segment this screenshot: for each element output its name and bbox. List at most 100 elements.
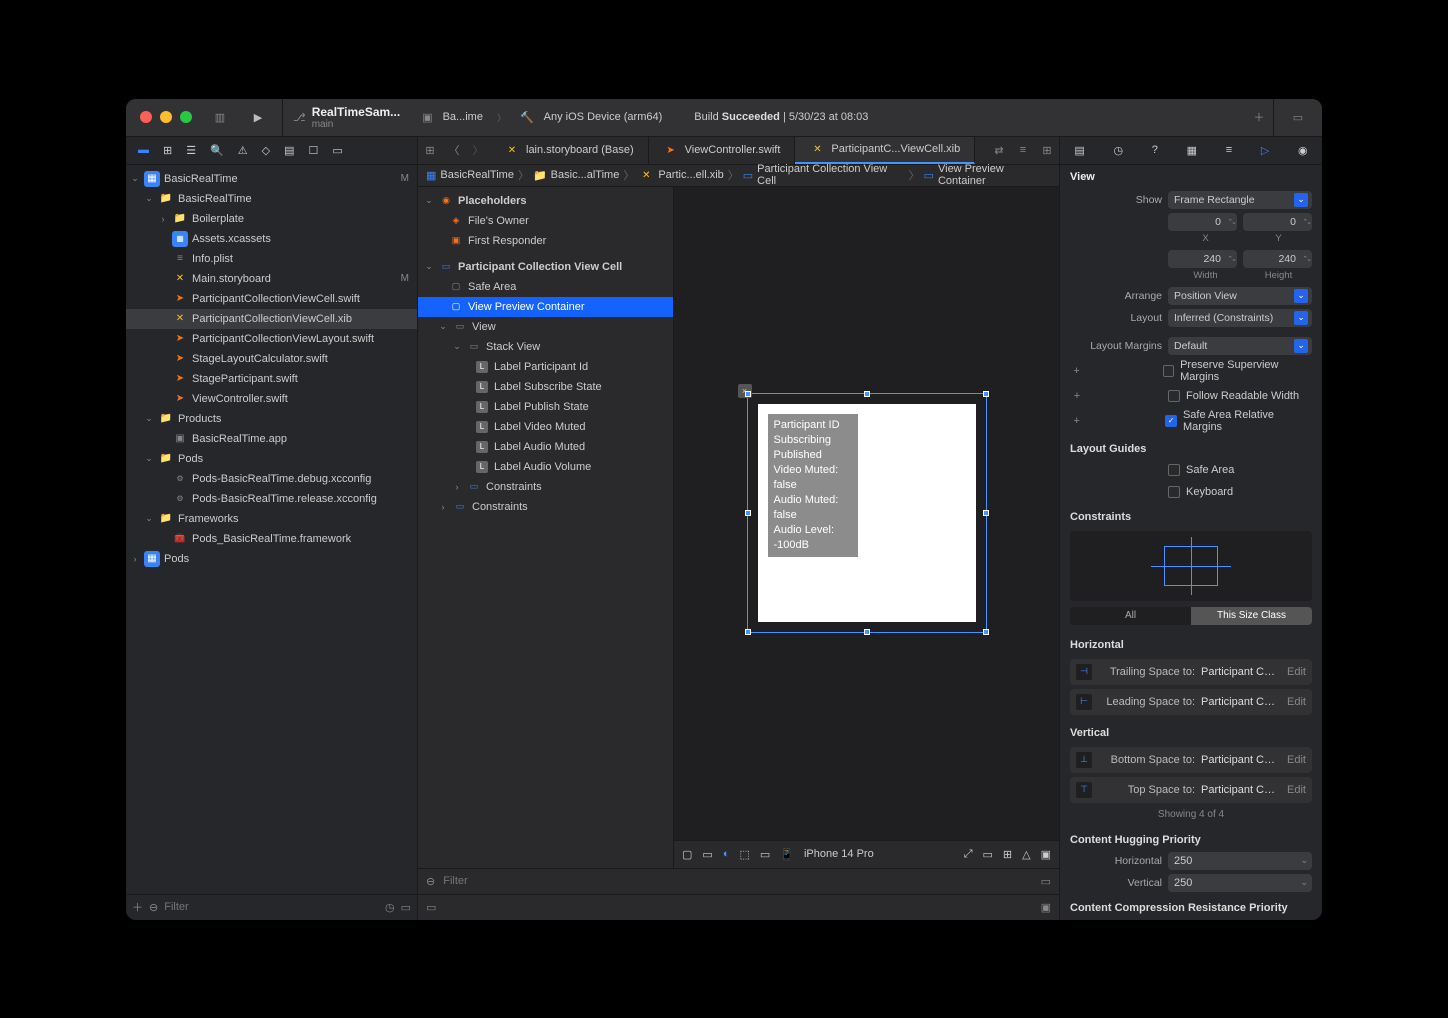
assets-file[interactable]: ▦Assets.xcassets	[126, 229, 417, 249]
stack-view[interactable]: ⌄▭Stack View	[418, 337, 673, 357]
label-vol[interactable]: LLabel Audio Volume	[418, 457, 673, 477]
resize-handle[interactable]	[983, 510, 989, 516]
project-row[interactable]: ⌄▦BasicRealTimeM	[126, 169, 417, 189]
frw-checkbox[interactable]	[1168, 390, 1180, 402]
add-tab-button[interactable]: ＋	[1245, 109, 1273, 125]
constraints-outer[interactable]: ›▭Constraints	[418, 497, 673, 517]
arrange-select[interactable]: Position View	[1168, 287, 1312, 305]
sa-guide-checkbox[interactable]	[1168, 464, 1180, 476]
pods-project[interactable]: ›▦Pods	[126, 549, 417, 569]
label-vm[interactable]: LLabel Video Muted	[418, 417, 673, 437]
label-pub[interactable]: LLabel Publish State	[418, 397, 673, 417]
boilerplate-folder[interactable]: ›📁Boilerplate	[126, 209, 417, 229]
sarm-checkbox[interactable]: ✓	[1165, 415, 1177, 427]
edit-button[interactable]: Edit	[1287, 784, 1306, 796]
jump-bar[interactable]: ▦BasicRealTime〉 📁Basic...alTime〉 ✕Partic…	[418, 165, 1059, 187]
navigator-filter[interactable]	[164, 901, 379, 913]
cell-preview[interactable]: × Participant ID Subscribing Published V…	[747, 393, 987, 633]
tab-viewcontroller[interactable]: ➤ViewController.swift	[649, 137, 796, 164]
orientation-button[interactable]: ▭	[702, 848, 712, 861]
seg-all[interactable]: All	[1070, 607, 1191, 625]
seg-this[interactable]: This Size Class	[1191, 607, 1312, 625]
leading-constraint[interactable]: ⊢Leading Space to:Participant Colle...Ed…	[1070, 689, 1312, 715]
canvas-device[interactable]: iPhone 14 Pro	[804, 848, 874, 860]
stagepart-swift[interactable]: ➤StageParticipant.swift	[126, 369, 417, 389]
debug-toggle-icon[interactable]: ▭	[426, 901, 436, 914]
accessibility-button[interactable]: ⬚	[739, 848, 749, 861]
minimize-button[interactable]	[160, 111, 172, 123]
chp-h-field[interactable]: 250	[1168, 852, 1312, 870]
file-inspector-tab[interactable]: ▤	[1074, 144, 1084, 157]
project-nav-tab[interactable]: ▬	[138, 144, 149, 156]
height-field[interactable]: 240	[1243, 250, 1312, 268]
stagelayout-swift[interactable]: ➤StageLayoutCalculator.swift	[126, 349, 417, 369]
add-file-button[interactable]: ＋	[132, 899, 143, 915]
products-folder[interactable]: ⌄📁Products	[126, 409, 417, 429]
find-nav-tab[interactable]: 🔍	[210, 144, 224, 157]
issue-nav-tab[interactable]: ⚠	[238, 144, 248, 157]
add-variant-button[interactable]: +	[1070, 415, 1084, 427]
y-field[interactable]: 0	[1243, 213, 1312, 231]
help-inspector-tab[interactable]: ?	[1152, 144, 1158, 156]
resize-handle[interactable]	[864, 391, 870, 397]
psm-checkbox[interactable]	[1163, 365, 1174, 377]
target-folder[interactable]: ⌄📁BasicRealTime	[126, 189, 417, 209]
connections-inspector-tab[interactable]: ◉	[1298, 144, 1308, 157]
scm-filter-icon[interactable]: ▭	[401, 901, 411, 914]
files-owner[interactable]: ◈File's Owner	[418, 211, 673, 231]
target-app[interactable]: Ba...ime	[443, 111, 483, 123]
edit-button[interactable]: Edit	[1287, 696, 1306, 708]
size-class-segment[interactable]: AllThis Size Class	[1070, 607, 1312, 625]
app-product[interactable]: ▣BasicRealTime.app	[126, 429, 417, 449]
resolve-button[interactable]: △	[1022, 848, 1030, 861]
run-button[interactable]: ▶	[244, 111, 272, 124]
pccell-swift[interactable]: ➤ParticipantCollectionViewCell.swift	[126, 289, 417, 309]
tab-storyboard[interactable]: ✕lain.storyboard (Base)	[490, 137, 649, 164]
symbol-nav-tab[interactable]: ☰	[186, 144, 196, 157]
width-field[interactable]: 240	[1168, 250, 1237, 268]
appearance-button[interactable]: ◐	[723, 848, 730, 860]
first-responder[interactable]: ▣First Responder	[418, 231, 673, 251]
history-inspector-tab[interactable]: ◷	[1113, 144, 1123, 157]
outline-filter[interactable]	[443, 875, 734, 887]
frameworks-folder[interactable]: ⌄📁Frameworks	[126, 509, 417, 529]
pin-button[interactable]: ⊞	[1003, 848, 1012, 861]
add-variant-button[interactable]: +	[1070, 390, 1084, 402]
info-plist[interactable]: ≡Info.plist	[126, 249, 417, 269]
report-nav-tab[interactable]: ▭	[332, 144, 342, 157]
size-inspector-tab[interactable]: ▷	[1261, 144, 1269, 157]
ib-canvas[interactable]: × Participant ID Subscribing Published V…	[674, 187, 1059, 840]
trailing-constraint[interactable]: ⊣Trailing Space to:Participant Colle...E…	[1070, 659, 1312, 685]
clock-filter-icon[interactable]: ◷	[385, 901, 395, 914]
pclayout-swift[interactable]: ➤ParticipantCollectionViewLayout.swift	[126, 329, 417, 349]
pods-folder[interactable]: ⌄📁Pods	[126, 449, 417, 469]
pccell-xib[interactable]: ✕ParticipantCollectionViewCell.xib	[126, 309, 417, 329]
target-device[interactable]: Any iOS Device (arm64)	[544, 111, 663, 123]
library-button[interactable]: ▭	[1284, 111, 1312, 124]
label-am[interactable]: LLabel Audio Muted	[418, 437, 673, 457]
device-button[interactable]: 📱	[780, 848, 794, 861]
show-select[interactable]: Frame Rectangle	[1168, 191, 1312, 209]
safe-area[interactable]: ▢Safe Area	[418, 277, 673, 297]
vc-swift[interactable]: ➤ViewController.swift	[126, 389, 417, 409]
toggle-debug-button[interactable]: ▭	[1041, 875, 1051, 888]
scheme-selector[interactable]: ⎇ RealTimeSam... main	[282, 99, 410, 136]
resize-handle[interactable]	[983, 391, 989, 397]
layout-select[interactable]: Inferred (Constraints)	[1168, 309, 1312, 327]
pod-release-cfg[interactable]: ⚙Pods-BasicRealTime.release.xcconfig	[126, 489, 417, 509]
chp-v-field[interactable]: 250	[1168, 874, 1312, 892]
embed-button[interactable]: ▣	[1041, 848, 1051, 861]
constraints-inner[interactable]: ›▭Constraints	[418, 477, 673, 497]
zoom-button[interactable]: ⤢	[964, 848, 973, 861]
resize-handle[interactable]	[983, 629, 989, 635]
resize-handle[interactable]	[745, 629, 751, 635]
tab-xib[interactable]: ✕ParticipantC...ViewCell.xib	[795, 137, 975, 164]
debug-nav-tab[interactable]: ▤	[284, 144, 294, 157]
console-toggle-icon[interactable]: ▣	[1041, 901, 1051, 914]
toggle-navigator-button[interactable]: ▥	[206, 99, 234, 136]
identity-inspector-tab[interactable]: ▦	[1187, 144, 1197, 157]
align-button[interactable]: ▭	[983, 848, 993, 861]
test-nav-tab[interactable]: ◇	[262, 144, 270, 157]
resize-handle[interactable]	[864, 629, 870, 635]
storyboard-file[interactable]: ✕Main.storyboardM	[126, 269, 417, 289]
